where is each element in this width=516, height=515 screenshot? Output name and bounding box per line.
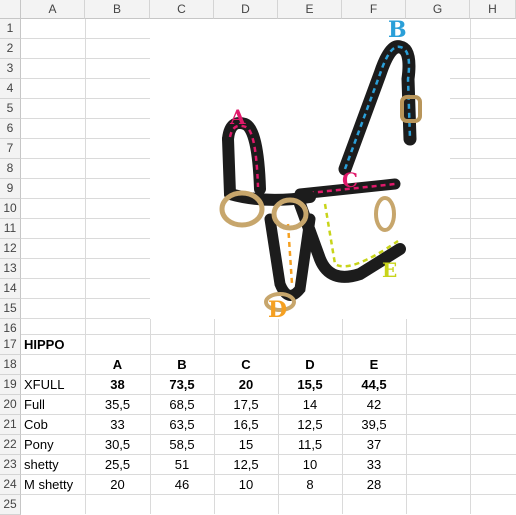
- table-cell[interactable]: 30,5: [85, 435, 150, 455]
- row-header-19[interactable]: 19: [0, 375, 21, 395]
- header-a[interactable]: A: [85, 355, 150, 375]
- row-header-17[interactable]: 17: [0, 335, 21, 355]
- row-header-3[interactable]: 3: [0, 59, 21, 79]
- row-header-12[interactable]: 12: [0, 239, 21, 259]
- halter-image[interactable]: A B C D E: [150, 17, 450, 323]
- table-cell[interactable]: 38: [85, 375, 150, 395]
- header-b[interactable]: B: [150, 355, 214, 375]
- table-cell[interactable]: 39,5: [342, 415, 406, 435]
- label-c: C: [342, 168, 358, 192]
- column-header-a[interactable]: A: [21, 0, 85, 19]
- gridline: [21, 334, 516, 335]
- size-name-cob[interactable]: Cob: [21, 415, 88, 435]
- row-header-11[interactable]: 11: [0, 219, 21, 239]
- row-header-1[interactable]: 1: [0, 19, 21, 39]
- size-name-pony[interactable]: Pony: [21, 435, 88, 455]
- spreadsheet[interactable]: A B C D E F G H 1 2 3 4 5 6 7 8 9 10 11 …: [0, 0, 516, 515]
- table-cell[interactable]: 20: [214, 375, 278, 395]
- row-header-7[interactable]: 7: [0, 139, 21, 159]
- column-header-h[interactable]: H: [470, 0, 516, 19]
- row-header-5[interactable]: 5: [0, 99, 21, 119]
- row-header-21[interactable]: 21: [0, 415, 21, 435]
- row-header-13[interactable]: 13: [0, 259, 21, 279]
- table-cell[interactable]: 12,5: [278, 415, 342, 435]
- table-cell[interactable]: 10: [278, 455, 342, 475]
- table-cell[interactable]: 10: [214, 475, 278, 495]
- row-header-25[interactable]: 25: [0, 495, 21, 515]
- row-header-2[interactable]: 2: [0, 39, 21, 59]
- table-cell[interactable]: 15: [214, 435, 278, 455]
- table-cell[interactable]: 28: [342, 475, 406, 495]
- column-header-g[interactable]: G: [406, 0, 470, 19]
- table-cell[interactable]: 51: [150, 455, 214, 475]
- table-cell[interactable]: 17,5: [214, 395, 278, 415]
- size-name-full[interactable]: Full: [21, 395, 88, 415]
- table-cell[interactable]: 15,5: [278, 375, 342, 395]
- row-header-10[interactable]: 10: [0, 199, 21, 219]
- table-cell[interactable]: 33: [85, 415, 150, 435]
- table-cell[interactable]: 68,5: [150, 395, 214, 415]
- table-cell[interactable]: 44,5: [342, 375, 406, 395]
- table-cell[interactable]: 58,5: [150, 435, 214, 455]
- table-cell[interactable]: 73,5: [150, 375, 214, 395]
- row-header-24[interactable]: 24: [0, 475, 21, 495]
- row-header-22[interactable]: 22: [0, 435, 21, 455]
- table-cell[interactable]: 8: [278, 475, 342, 495]
- table-cell[interactable]: 33: [342, 455, 406, 475]
- label-e: E: [382, 258, 397, 282]
- size-name-xfull[interactable]: XFULL: [21, 375, 88, 395]
- column-header-e[interactable]: E: [278, 0, 342, 19]
- row-header-15[interactable]: 15: [0, 299, 21, 319]
- table-title[interactable]: HIPPO: [21, 335, 88, 355]
- row-header-8[interactable]: 8: [0, 159, 21, 179]
- table-cell[interactable]: 25,5: [85, 455, 150, 475]
- table-cell[interactable]: 37: [342, 435, 406, 455]
- gridline: [470, 19, 471, 514]
- label-b: B: [388, 19, 407, 43]
- column-header-d[interactable]: D: [214, 0, 278, 19]
- column-header-b[interactable]: B: [85, 0, 150, 19]
- header-d[interactable]: D: [278, 355, 342, 375]
- header-c[interactable]: C: [214, 355, 278, 375]
- table-cell[interactable]: 14: [278, 395, 342, 415]
- table-cell[interactable]: 46: [150, 475, 214, 495]
- row-header-23[interactable]: 23: [0, 455, 21, 475]
- header-e[interactable]: E: [342, 355, 406, 375]
- size-name-m-shetty[interactable]: M shetty: [21, 475, 88, 495]
- row-header-14[interactable]: 14: [0, 279, 21, 299]
- column-header-c[interactable]: C: [150, 0, 214, 19]
- table-cell[interactable]: 16,5: [214, 415, 278, 435]
- table-cell[interactable]: 63,5: [150, 415, 214, 435]
- size-name-shetty[interactable]: shetty: [21, 455, 88, 475]
- row-header-4[interactable]: 4: [0, 79, 21, 99]
- label-d: D: [268, 297, 287, 319]
- table-cell[interactable]: 20: [85, 475, 150, 495]
- row-header-20[interactable]: 20: [0, 395, 21, 415]
- label-a: A: [229, 105, 246, 129]
- row-header-18[interactable]: 18: [0, 355, 21, 375]
- column-header-f[interactable]: F: [342, 0, 406, 19]
- halter-illustration: A B C D E: [219, 17, 422, 323]
- table-cell[interactable]: 42: [342, 395, 406, 415]
- row-header-6[interactable]: 6: [0, 119, 21, 139]
- table-cell[interactable]: 35,5: [85, 395, 150, 415]
- table-cell[interactable]: 11,5: [278, 435, 342, 455]
- table-cell[interactable]: 12,5: [214, 455, 278, 475]
- row-header-9[interactable]: 9: [0, 179, 21, 199]
- select-all-corner[interactable]: [0, 0, 21, 19]
